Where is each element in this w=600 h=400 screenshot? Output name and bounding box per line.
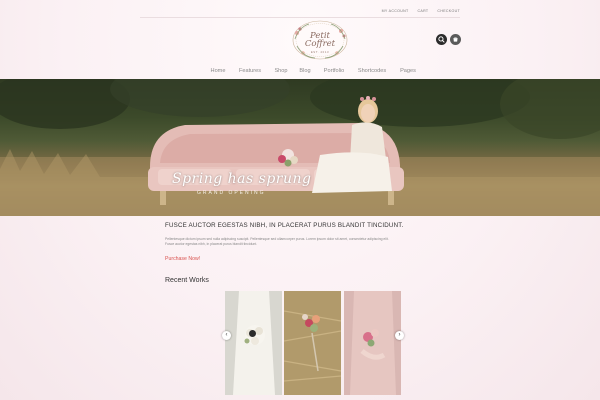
bouquet-on-hay-image: [284, 291, 341, 395]
carousel-prev-button[interactable]: ‹: [222, 331, 231, 340]
my-account-link[interactable]: My Account: [382, 9, 409, 13]
logo-title: Petit Coffret: [291, 32, 349, 49]
nav-item-shop[interactable]: Shop: [269, 68, 293, 74]
chevron-right-icon: ›: [398, 332, 401, 338]
search-button[interactable]: [436, 34, 447, 45]
page: My Account Cart Checkout Petit Coffret E…: [0, 0, 600, 400]
recent-work-item[interactable]: [344, 291, 401, 395]
cart-button[interactable]: [450, 34, 461, 45]
nav-item-features[interactable]: Features: [231, 68, 269, 74]
bridesmaid-bouquet-image: [344, 291, 401, 395]
nav-item-portfolio[interactable]: Portfolio: [317, 68, 351, 74]
recent-work-item[interactable]: [225, 291, 282, 395]
hero-subtitle: GRAND OPENING: [197, 190, 266, 196]
bride-bouquet-image: [225, 291, 282, 395]
utility-bar: My Account Cart Checkout: [382, 9, 460, 13]
site-logo[interactable]: Petit Coffret EST. 2013: [291, 19, 349, 61]
search-icon: [438, 36, 445, 43]
content-body: Pellentesque dictum ipsum sed nulla adip…: [165, 237, 389, 246]
content-heading: FUSCE AUCTOR EGESTAS NIBH, IN PLACERAT P…: [165, 222, 404, 229]
nav-item-pages[interactable]: Pages: [393, 68, 423, 74]
nav-item-home[interactable]: Home: [205, 68, 231, 74]
cart-icon: [453, 36, 458, 42]
main-nav: Home Features Shop Blog Portfolio Shortc…: [205, 68, 423, 74]
carousel-next-button[interactable]: ›: [395, 331, 404, 340]
zoom-icon[interactable]: [249, 330, 256, 337]
logo-title-line2: Coffret: [304, 39, 336, 49]
chevron-left-icon: ‹: [225, 332, 228, 338]
hero-banner[interactable]: Spring has sprung GRAND OPENING: [0, 79, 600, 216]
checkout-link[interactable]: Checkout: [437, 9, 460, 13]
logo-subtitle: EST. 2013: [310, 50, 330, 54]
utility-divider: [140, 17, 460, 18]
hero-title: Spring has sprung: [172, 171, 312, 187]
nav-item-blog[interactable]: Blog: [293, 68, 317, 74]
hero-image: [0, 79, 600, 216]
cart-link[interactable]: Cart: [418, 9, 429, 13]
recent-works-title: Recent Works: [165, 277, 209, 284]
recent-work-item[interactable]: [284, 291, 341, 395]
purchase-now-link[interactable]: Purchase Now!: [165, 256, 200, 262]
nav-item-shortcodes[interactable]: Shortcodes: [351, 68, 393, 74]
